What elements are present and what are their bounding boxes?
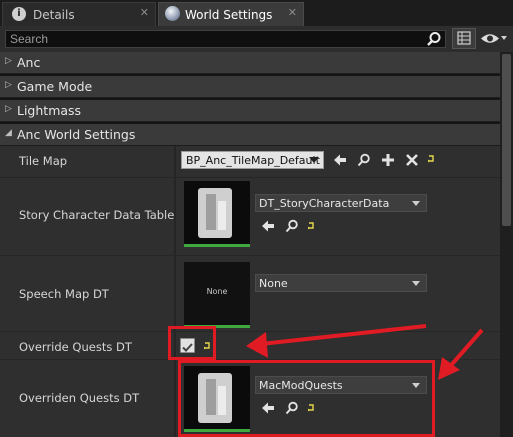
tab-details-label: Details	[33, 8, 75, 22]
collapse-arrow-icon: ◢	[5, 128, 12, 138]
use-selected-arrow-icon[interactable]	[261, 219, 275, 233]
expand-arrow-icon: ▷	[5, 80, 12, 90]
tab-world-settings-label: World Settings	[185, 8, 273, 22]
browse-search-icon[interactable]	[357, 153, 371, 167]
annotation-highlight-box	[178, 360, 435, 437]
category-label: Lightmass	[17, 103, 82, 118]
story-character-data-table-value: DT_StoryCharacterData	[259, 197, 390, 210]
scrollbar-thumb[interactable]	[502, 54, 511, 226]
category-label: Anc World Settings	[17, 127, 136, 142]
category-label: Anc	[17, 55, 41, 70]
dropdown-arrow-icon	[412, 281, 420, 286]
table-icon	[457, 31, 471, 45]
dropdown-arrow-icon	[309, 157, 319, 163]
world-globe-icon	[165, 6, 180, 21]
speech-map-dt-label: Speech Map DT	[19, 287, 109, 301]
column-divider[interactable]	[174, 146, 176, 437]
clear-x-icon[interactable]	[405, 153, 419, 167]
reset-to-default-icon[interactable]	[427, 153, 441, 167]
search-input[interactable]	[10, 31, 420, 47]
story-character-data-table-label: Story Character Data Table	[19, 208, 175, 222]
add-icon[interactable]	[381, 153, 395, 167]
details-icon: i	[12, 7, 26, 21]
category-anc-world-settings[interactable]: ◢ Anc World Settings	[0, 124, 500, 146]
category-label: Game Mode	[17, 79, 93, 94]
use-selected-arrow-icon[interactable]	[333, 153, 347, 167]
annotation-highlight-box	[168, 326, 216, 360]
category-game-mode[interactable]: ▷ Game Mode	[0, 76, 500, 98]
expand-arrow-icon: ▷	[5, 104, 12, 114]
view-options-button[interactable]	[480, 30, 508, 47]
annotation-arrow-icon	[246, 324, 427, 358]
overriden-quests-dt-label: Overriden Quests DT	[19, 391, 140, 405]
speech-map-dt-dropdown[interactable]: None	[255, 274, 427, 292]
override-quests-dt-label: Override Quests DT	[19, 340, 132, 354]
row-divider	[0, 255, 500, 256]
row-divider	[0, 177, 500, 178]
reset-to-default-icon[interactable]	[307, 220, 321, 234]
search-box[interactable]	[5, 30, 446, 48]
asset-thumbnail[interactable]	[184, 181, 250, 247]
thumbnail-none-text: None	[206, 287, 228, 296]
tab-details[interactable]: i Details ✕	[2, 2, 156, 26]
expand-arrow-icon: ▷	[5, 56, 12, 66]
annotation-arrow-icon	[438, 328, 484, 380]
tile-map-dropdown[interactable]: BP_Anc_TileMap_Default	[181, 151, 324, 169]
tile-map-value: BP_Anc_TileMap_Default	[186, 154, 320, 167]
speech-map-dt-value: None	[259, 277, 288, 290]
eye-icon	[481, 34, 507, 43]
category-anc[interactable]: ▷ Anc	[0, 52, 500, 74]
dropdown-arrow-icon	[412, 201, 420, 206]
close-icon[interactable]: ✕	[140, 6, 149, 19]
close-icon[interactable]: ✕	[288, 6, 297, 19]
story-character-data-table-dropdown[interactable]: DT_StoryCharacterData	[255, 194, 427, 212]
tile-map-label: Tile Map	[19, 154, 68, 168]
category-lightmass[interactable]: ▷ Lightmass	[0, 100, 500, 122]
tab-world-settings[interactable]: World Settings ✕	[158, 2, 304, 26]
browse-search-icon[interactable]	[285, 219, 299, 233]
data-table-asset-icon	[198, 188, 232, 238]
property-matrix-button[interactable]	[452, 28, 476, 49]
search-icon[interactable]	[426, 31, 442, 47]
